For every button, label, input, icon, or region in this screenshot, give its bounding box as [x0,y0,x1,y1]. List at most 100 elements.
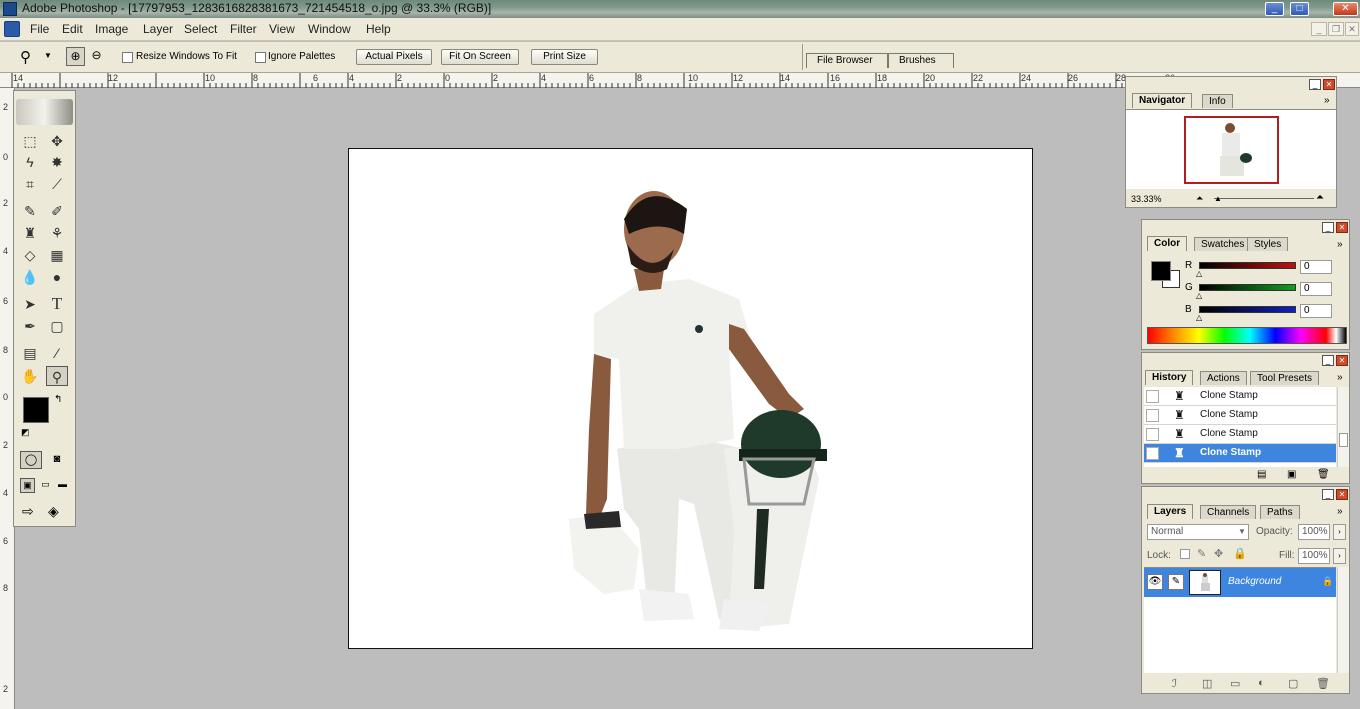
opacity-input[interactable]: 100% [1298,524,1330,540]
delete-layer-icon[interactable]: 🗑 [1316,677,1330,690]
menu-select[interactable]: Select [184,22,217,36]
menu-view[interactable]: View [269,22,295,36]
navigator-zoom-handle[interactable]: ▲ [1214,194,1222,203]
default-colors-icon[interactable]: ◩ [21,427,30,438]
full-screen-icon[interactable]: ▬ [55,478,70,493]
tab-paths[interactable]: Paths [1260,505,1300,519]
channel-slider[interactable] [1199,262,1296,269]
color-minimize-icon[interactable]: _ [1322,222,1334,233]
blend-mode-dropdown-icon[interactable]: ▼ [1238,527,1246,536]
layer-set-icon[interactable]: ▭ [1230,677,1240,690]
dodge-icon[interactable]: ● [46,267,68,287]
shape-icon[interactable]: ▢ [46,316,68,336]
print-size-button[interactable]: Print Size [531,49,598,65]
actual-pixels-button[interactable]: Actual Pixels [356,49,432,65]
doc-minimize-button[interactable]: _ [1311,22,1327,36]
layers-scrollbar[interactable] [1337,567,1349,673]
fill-arrow[interactable]: › [1333,548,1346,564]
navigator-zoom-value[interactable]: 33.33% [1131,194,1162,204]
layer-brush-icon[interactable]: ✎ [1168,574,1184,590]
zoom-out-small-icon[interactable]: ⏶ [1196,193,1203,204]
layer-style-icon[interactable]: ℐ [1172,677,1177,690]
menu-filter[interactable]: Filter [230,22,257,36]
tab-history[interactable]: History [1145,370,1194,385]
move-icon[interactable]: ✥ [46,131,68,151]
history-item[interactable]: ♜ Clone Stamp [1144,425,1336,444]
jump-to-imageready-icon[interactable]: ⇨ [22,503,34,520]
new-document-from-state-icon[interactable]: ▤ [1257,469,1266,480]
lock-transparency-icon[interactable] [1180,549,1190,559]
zoom-icon[interactable]: ⚲ [46,366,68,386]
layer-row-background[interactable]: 👁 ✎ Background 🔒 [1144,568,1336,597]
channel-value-input[interactable]: 0 [1300,260,1332,274]
layers-menu-icon[interactable]: » [1337,506,1343,517]
color-menu-icon[interactable]: » [1337,239,1343,250]
menu-edit[interactable]: Edit [62,22,83,36]
close-button[interactable]: ✕ [1333,2,1358,16]
pen-icon[interactable]: ✒ [19,316,41,336]
tab-channels[interactable]: Channels [1200,505,1257,519]
foreground-color-swatch[interactable] [23,397,49,423]
photoshop-eye-logo[interactable] [16,99,73,125]
menu-image[interactable]: Image [95,22,128,36]
document-icon[interactable] [4,21,20,37]
menu-layer[interactable]: Layer [143,22,173,36]
tab-styles[interactable]: Styles [1247,237,1289,251]
gradient-icon[interactable]: ▦ [46,245,68,265]
layers-close-icon[interactable]: ✕ [1336,489,1348,500]
tab-navigator[interactable]: Navigator [1132,93,1193,108]
history-scroll-thumb[interactable] [1339,433,1348,447]
snapshot-icon[interactable]: ▣ [1287,469,1296,480]
crop-icon[interactable]: ⌗ [19,174,41,194]
zoom-in-small-icon[interactable]: ⏶ [1316,192,1324,203]
channel-value-input[interactable]: 0 [1300,304,1332,318]
doc-close-button[interactable]: ✕ [1345,22,1359,36]
eraser-icon[interactable]: ◇ [19,245,41,265]
history-source-box[interactable] [1146,409,1159,422]
doc-restore-button[interactable]: ❐ [1328,22,1344,36]
eyedropper-icon[interactable]: ⁄ [46,343,68,363]
hand-icon[interactable]: ✋ [19,366,41,386]
history-trash-icon[interactable]: 🗑 [1317,469,1330,480]
color-fg-swatch[interactable] [1151,261,1171,281]
path-selection-icon[interactable]: ➤ [19,294,41,314]
notes-icon[interactable]: ▤ [19,343,41,363]
imageready-icon[interactable]: ◈ [48,503,59,520]
history-brush-icon[interactable]: ⚘ [46,223,68,243]
layers-minimize-icon[interactable]: _ [1322,489,1334,500]
opacity-arrow[interactable]: › [1333,524,1346,540]
menu-window[interactable]: Window [308,22,351,36]
history-item[interactable]: ♜ Clone Stamp [1144,406,1336,425]
full-screen-menu-icon[interactable]: ▭ [38,478,53,493]
channel-slider-handle[interactable]: △ [1196,291,1202,300]
layer-name[interactable]: Background [1228,576,1281,587]
healing-brush-icon[interactable]: ✎ [19,201,41,221]
layer-visibility-eye-icon[interactable]: 👁 [1147,574,1163,590]
minimize-button[interactable]: _ [1265,2,1284,16]
tab-actions[interactable]: Actions [1200,371,1247,385]
channel-value-input[interactable]: 0 [1300,282,1332,296]
lasso-icon[interactable]: ϟ [19,152,41,172]
color-close-icon[interactable]: ✕ [1336,222,1348,233]
menu-file[interactable]: File [30,22,49,36]
layer-mask-icon[interactable]: ◫ [1202,677,1212,690]
history-minimize-icon[interactable]: _ [1322,355,1334,366]
zoom-tool-icon[interactable]: ⚲ [20,48,31,66]
fit-on-screen-button[interactable]: Fit On Screen [441,49,519,65]
navigator-minimize-icon[interactable]: _ [1309,79,1321,90]
blend-mode-select[interactable]: Normal [1147,524,1249,540]
resize-windows-checkbox[interactable] [122,52,133,63]
lock-image-icon[interactable]: ✎ [1197,547,1206,560]
history-menu-icon[interactable]: » [1337,372,1343,383]
zoom-out-icon[interactable]: ⊖ [87,47,106,66]
brush-icon[interactable]: ✐ [46,201,68,221]
history-scrollbar[interactable] [1337,387,1349,467]
zoom-in-icon[interactable]: ⊕ [66,47,85,66]
tab-swatches[interactable]: Swatches [1194,237,1252,251]
lock-position-icon[interactable]: ✥ [1214,547,1223,560]
type-icon[interactable]: T [46,294,68,314]
tab-tool-presets[interactable]: Tool Presets [1250,371,1320,385]
history-item[interactable]: ♜ Clone Stamp [1144,444,1336,463]
color-spectrum-bar[interactable] [1147,327,1347,344]
blur-icon[interactable]: 💧 [19,267,41,287]
